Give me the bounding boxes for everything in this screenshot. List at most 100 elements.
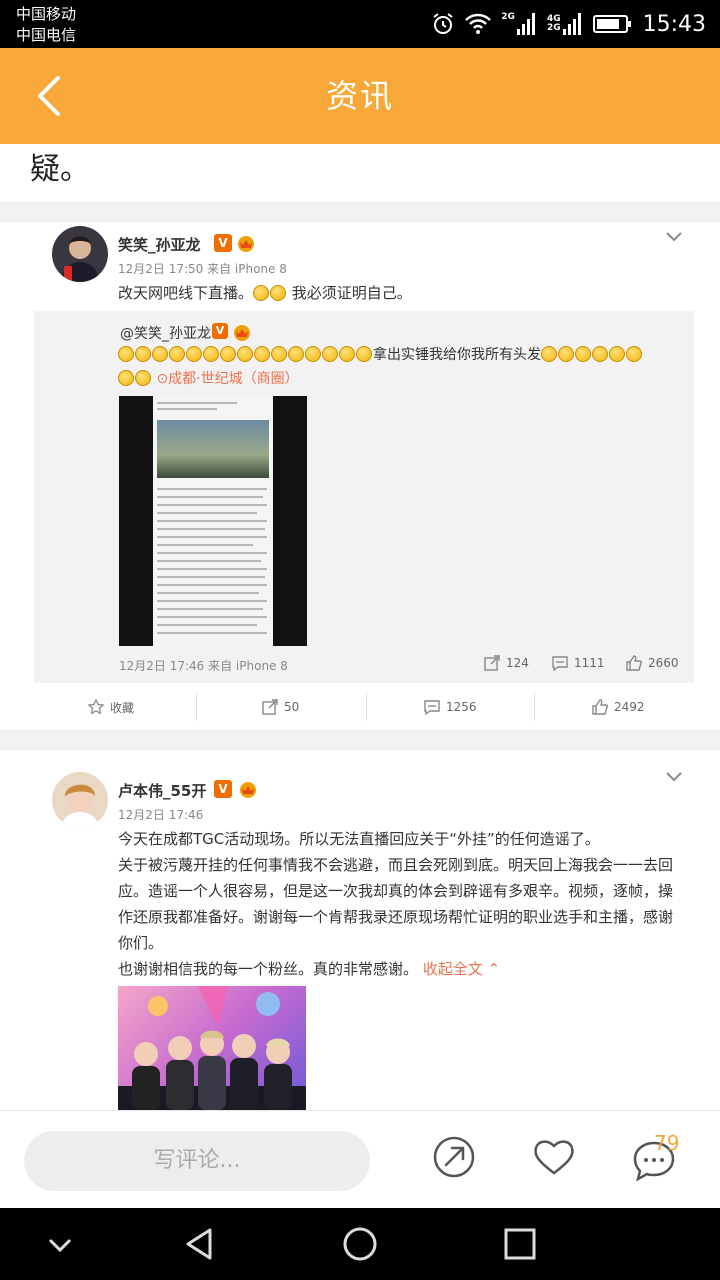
avatar[interactable] — [52, 772, 108, 828]
verified-badge: V — [214, 780, 232, 798]
share-icon[interactable] — [432, 1135, 476, 1179]
carrier-label-2: 中国电信 — [16, 26, 77, 44]
post-paragraph-1: 今天在成都TGC活动现场。所以无法直播回应关于“外挂”的任何造谣了。 — [118, 830, 600, 848]
text-line — [157, 616, 267, 618]
chevron-down-icon[interactable] — [666, 772, 682, 782]
text-line — [157, 402, 237, 404]
divider — [0, 202, 720, 222]
repost-image[interactable] — [119, 396, 307, 646]
comment-input[interactable]: 写评论... — [24, 1131, 370, 1191]
emoji-icon — [254, 346, 270, 362]
divider — [196, 693, 197, 721]
emoji-icon — [135, 346, 151, 362]
signal-2: 4G 2G — [547, 13, 583, 35]
text-line — [157, 408, 217, 410]
emoji-icon — [152, 346, 168, 362]
text-line — [157, 592, 259, 594]
repost-timestamp: 12月2日 17:46 来自 iPhone 8 — [119, 659, 288, 673]
favorite-label: 收藏 — [110, 700, 135, 715]
emoji-icon — [592, 346, 608, 362]
emoji-icon — [271, 346, 287, 362]
comment-icon — [552, 656, 568, 671]
repost-username[interactable]: @笑笑_孙亚龙 — [120, 323, 211, 343]
heart-icon[interactable] — [532, 1135, 576, 1179]
share-icon — [262, 699, 278, 715]
verified-badge: V — [214, 234, 232, 252]
vip-crown-icon — [240, 782, 256, 798]
emoji-icon — [118, 346, 134, 362]
verified-badge: V — [212, 323, 228, 339]
battery-icon — [592, 15, 631, 33]
favorite-button[interactable]: 收藏 — [88, 685, 134, 729]
emoji-icon — [541, 346, 557, 362]
text-line — [157, 624, 257, 626]
vip-crown-icon — [234, 325, 250, 341]
emoji-icon — [169, 346, 185, 362]
back-triangle-icon[interactable] — [182, 1226, 218, 1262]
text-line — [157, 512, 257, 514]
screenshot-game-image — [157, 420, 269, 478]
star-icon — [88, 699, 104, 715]
repost-comment-count[interactable]: 1111 — [552, 655, 605, 671]
chevron-down-icon[interactable] — [42, 1226, 78, 1262]
repost-text-main: 拿出实锤我给你我所有头发 — [373, 347, 541, 363]
page-title: 资讯 — [325, 77, 394, 115]
repost-like-count[interactable]: 2660 — [626, 655, 679, 671]
article-content[interactable]: 疑。 笑笑_孙亚龙 V 12月2日 17:50 来自 iPhone 8 改天网吧… — [0, 144, 720, 1110]
signal-1: 2G — [501, 13, 537, 35]
emoji-icon — [626, 346, 642, 362]
app-header: 资讯 — [0, 48, 720, 144]
signal-bars-icon — [562, 13, 581, 35]
repost-share-count[interactable]: 124 — [484, 655, 529, 671]
text-line — [157, 488, 267, 490]
location-link[interactable]: 成都·世纪城（商圈） — [168, 371, 298, 387]
like-count: 2660 — [648, 656, 679, 670]
share-count: 124 — [506, 656, 529, 670]
like-button[interactable]: 2492 — [592, 685, 645, 729]
recents-square-icon[interactable] — [502, 1226, 538, 1262]
group-photo — [118, 986, 306, 1110]
text-line — [157, 576, 265, 578]
post-image[interactable] — [118, 986, 306, 1110]
wifi-icon — [465, 13, 492, 34]
post-text: 改天网吧线下直播。 我必须证明自己。 — [118, 280, 678, 306]
like-count: 2492 — [614, 700, 645, 714]
vip-crown-icon — [238, 236, 254, 252]
emoji-icon — [288, 346, 304, 362]
avatar[interactable] — [52, 226, 108, 282]
text-line — [157, 504, 267, 506]
location-pin-icon: ⊙ — [156, 371, 169, 387]
reposted-weibo[interactable]: @笑笑_孙亚龙 V 拿出实锤我给你我所有头发 ⊙成都·世纪城（商圈） 12月2日… — [34, 311, 694, 683]
text-line — [157, 496, 263, 498]
post-username[interactable]: 卢本伟_55开 — [118, 780, 206, 801]
thumbs-up-icon — [592, 699, 608, 715]
post-username[interactable]: 笑笑_孙亚龙 — [118, 234, 201, 255]
emoji-icon — [135, 370, 151, 386]
emoji-icon — [220, 346, 236, 362]
post-paragraph-3: 也谢谢相信我的每一个粉丝。真的非常感谢。 收起全文 ⌃ — [118, 956, 674, 982]
comment-button[interactable]: 1256 — [424, 685, 477, 729]
home-circle-icon[interactable] — [342, 1226, 378, 1262]
repost-text: 拿出实锤我给你我所有头发 ⊙成都·世纪城（商圈） — [118, 343, 688, 391]
comment-toolbar: 写评论... 79 — [0, 1110, 720, 1208]
text-line — [157, 608, 263, 610]
chevron-down-icon[interactable] — [666, 232, 682, 242]
divider — [534, 693, 535, 721]
text-line — [157, 528, 265, 530]
emoji-icon — [339, 346, 355, 362]
collapse-text-link[interactable]: 收起全文 ⌃ — [423, 960, 500, 978]
thumbs-up-icon — [626, 655, 642, 671]
status-icons: 2G 4G 2G 15:43 — [431, 8, 706, 40]
comment-icon — [424, 700, 440, 715]
post-paragraph-3-text: 也谢谢相信我的每一个粉丝。真的非常感谢。 — [118, 960, 419, 978]
network-type-2b: 2G — [546, 23, 561, 33]
repost-count: 50 — [284, 700, 300, 714]
text-line — [157, 568, 267, 570]
emoji-icon — [322, 346, 338, 362]
post-paragraph-2: 关于被污蔑开挂的任何事情我不会逃避，而且会死刚到底。明天回上海我会一一去回应。造… — [118, 856, 674, 952]
emoji-icon — [356, 346, 372, 362]
text-line — [157, 584, 267, 586]
text-line — [157, 600, 267, 602]
signal-bars-icon — [516, 13, 535, 35]
repost-button[interactable]: 50 — [262, 685, 299, 729]
